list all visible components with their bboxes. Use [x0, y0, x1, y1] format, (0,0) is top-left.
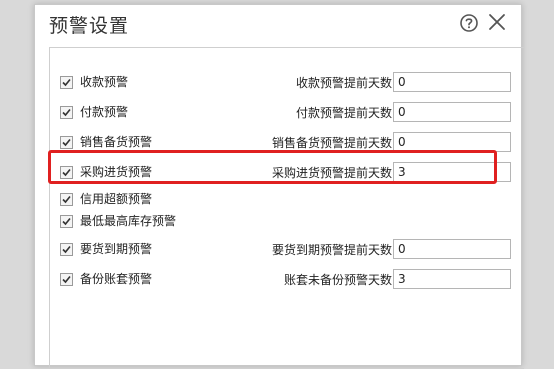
question-circle-icon[interactable] [459, 13, 479, 33]
sales-stock-days-label: 销售备货预警提前天数 [271, 136, 392, 150]
payment-days-label: 付款预警提前天数 [295, 106, 392, 120]
receipt-days-input[interactable] [393, 72, 511, 92]
highlight-box [48, 150, 497, 184]
inventory-alert-checkbox[interactable] [60, 215, 73, 228]
payment-alert-checkbox[interactable] [60, 106, 73, 119]
credit-alert-checkbox[interactable] [60, 193, 73, 206]
checkmark-icon [62, 108, 71, 117]
alert-row-receipt: 收款预警 收款预警提前天数 [50, 72, 524, 94]
alert-row-payment: 付款预警 付款预警提前天数 [50, 102, 524, 124]
receipt-days-label: 收款预警提前天数 [295, 76, 392, 90]
due-goods-alert-checkbox[interactable] [60, 243, 73, 256]
settings-panel: 收款预警 收款预警提前天数 付款预警 付款预警提前天数 销售备货预警 销售备货预… [49, 47, 524, 369]
alert-settings-dialog: 预警设置 收款预警 收款预警提前天数 付款预警 付款预警提前天数 [34, 4, 524, 369]
inventory-alert-label: 最低最高库存预警 [80, 214, 177, 228]
checkmark-icon [62, 138, 71, 147]
backup-days-input[interactable] [393, 269, 511, 289]
backup-alert-checkbox[interactable] [60, 273, 73, 286]
payment-days-input[interactable] [393, 102, 511, 122]
backup-alert-label: 备份账套预警 [80, 272, 153, 286]
due-goods-days-input[interactable] [393, 239, 511, 259]
sales-stock-days-input[interactable] [393, 132, 511, 152]
payment-alert-label: 付款预警 [80, 105, 129, 119]
checkmark-icon [62, 275, 71, 284]
receipt-alert-label: 收款预警 [80, 75, 129, 89]
credit-alert-label: 信用超额预警 [80, 192, 153, 206]
alert-row-inventory: 最低最高库存预警 [50, 211, 524, 233]
alert-row-backup: 备份账套预警 账套未备份预警天数 [50, 269, 524, 291]
receipt-alert-checkbox[interactable] [60, 76, 73, 89]
backup-days-label: 账套未备份预警天数 [283, 273, 392, 287]
checkmark-icon [62, 217, 71, 226]
sales-stock-alert-label: 销售备货预警 [80, 135, 153, 149]
checkmark-icon [62, 195, 71, 204]
due-goods-days-label: 要货到期预警提前天数 [271, 243, 392, 257]
alert-row-credit: 信用超额预警 [50, 189, 524, 211]
alert-row-due-goods: 要货到期预警 要货到期预警提前天数 [50, 239, 524, 261]
checkmark-icon [62, 78, 71, 87]
close-icon[interactable] [487, 12, 507, 32]
dialog-title: 预警设置 [49, 15, 130, 37]
checkmark-icon [62, 245, 71, 254]
due-goods-alert-label: 要货到期预警 [80, 242, 153, 256]
sales-stock-alert-checkbox[interactable] [60, 136, 73, 149]
